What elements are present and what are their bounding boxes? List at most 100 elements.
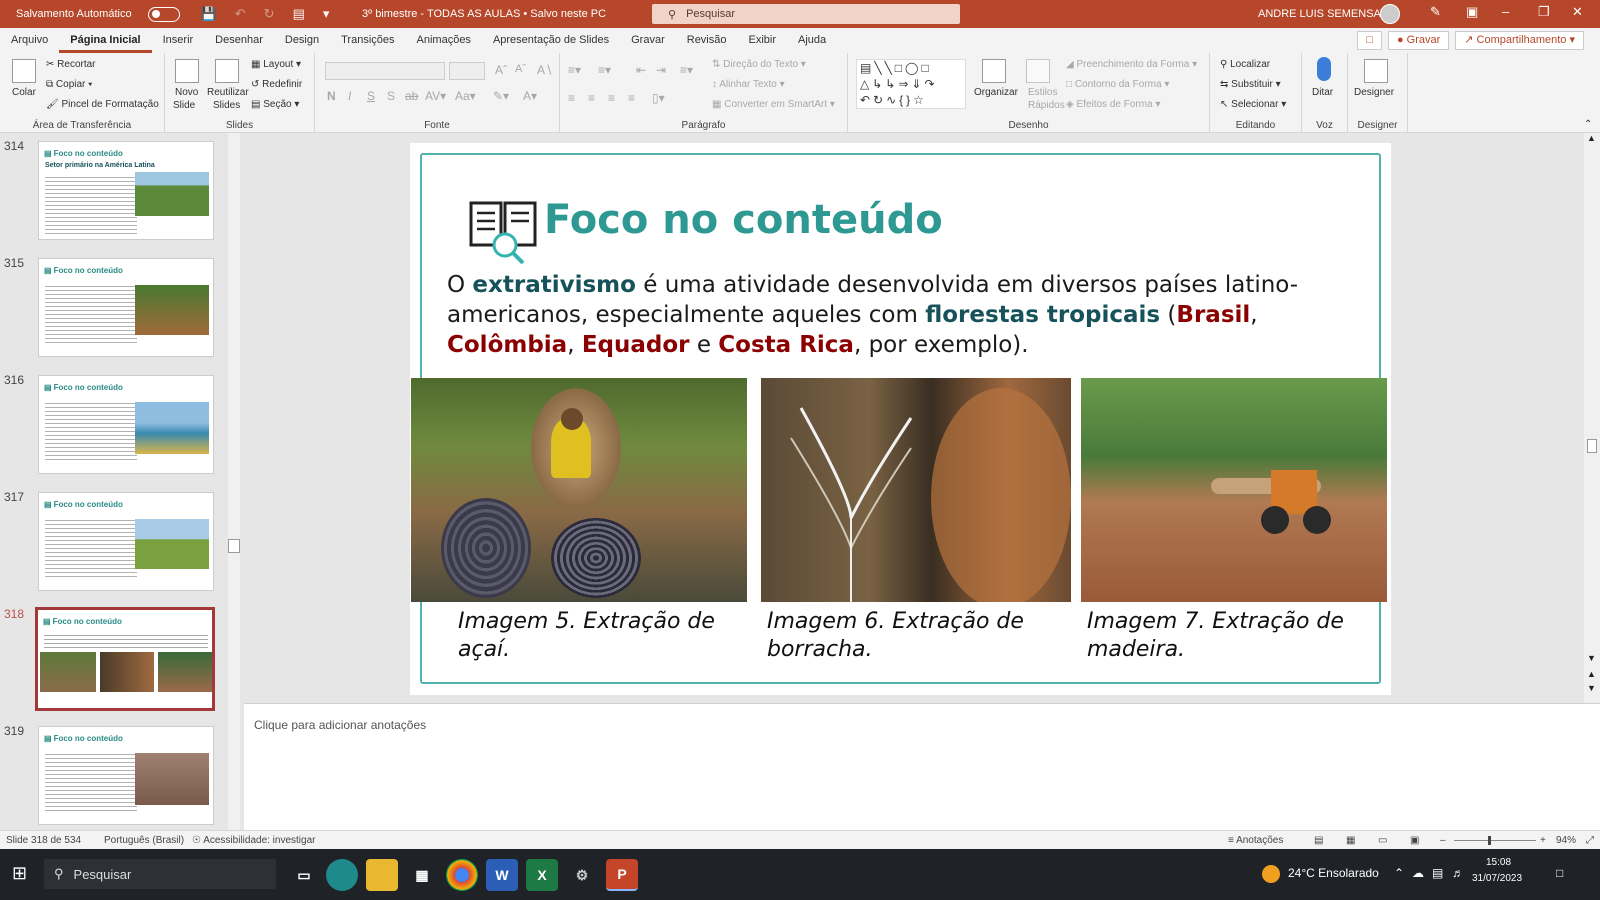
tab-gravar[interactable]: Gravar — [620, 28, 676, 53]
section-button[interactable]: ▤ Seção ▾ — [251, 99, 299, 110]
slide-thumbnail-316[interactable]: ▤ Foco no conteúdo — [38, 375, 214, 474]
highlight-icon[interactable]: ✎▾ — [493, 89, 509, 103]
microphone-icon[interactable] — [1317, 57, 1331, 81]
designer-button[interactable]: Designer — [1354, 87, 1394, 98]
dictate-button[interactable]: Ditar — [1312, 87, 1333, 98]
taskbar-search[interactable]: ⚲ Pesquisar — [44, 859, 276, 889]
photo-acai-extraction[interactable] — [411, 378, 747, 602]
scroll-down-icon[interactable]: ▼ — [1587, 653, 1596, 663]
previous-slide-icon[interactable]: ▲ — [1587, 669, 1596, 679]
bold-button[interactable]: N — [327, 89, 336, 103]
italic-button[interactable]: I — [348, 89, 351, 103]
thumbnail-scrollbar[interactable] — [228, 133, 240, 830]
align-left-icon[interactable]: ≡ — [568, 91, 575, 105]
notes-placeholder[interactable]: Clique para adicionar anotações — [254, 718, 426, 732]
onedrive-icon[interactable]: ☁ — [1412, 866, 1424, 880]
new-slide-button[interactable]: Novo — [175, 87, 198, 98]
next-slide-icon[interactable]: ▼ — [1587, 683, 1596, 693]
present-from-start-icon[interactable]: ▤ — [293, 6, 305, 22]
volume-icon[interactable]: ♬ — [1452, 866, 1464, 880]
collapse-ribbon-icon[interactable]: ⌃ — [1584, 119, 1592, 130]
task-view-icon[interactable]: ▭ — [288, 859, 320, 891]
smartart-button[interactable]: ▦ Converter em SmartArt ▾ — [712, 99, 835, 110]
char-spacing-icon[interactable]: AV▾ — [425, 89, 446, 103]
ribbon-display-icon[interactable]: ▣ — [1466, 4, 1478, 20]
reading-view-icon[interactable]: ▭ — [1378, 835, 1387, 846]
align-text-button[interactable]: ↕ Alinhar Texto ▾ — [712, 79, 785, 90]
quick-styles-icon[interactable] — [1026, 59, 1050, 83]
customize-quick-access-icon[interactable]: ▾ — [323, 6, 330, 22]
redo-icon[interactable]: ↻ — [264, 6, 275, 22]
copy-button[interactable]: ⧉ Copiar ▾ — [46, 79, 92, 90]
normal-view-icon[interactable]: ▤ — [1314, 835, 1323, 846]
tab-design[interactable]: Design — [274, 28, 330, 53]
notifications-icon[interactable]: □ — [1556, 866, 1563, 880]
slide-sorter-icon[interactable]: ▦ — [1346, 835, 1355, 846]
avatar[interactable] — [1380, 4, 1400, 24]
align-center-icon[interactable]: ≡ — [588, 91, 595, 105]
tab-pagina-inicial[interactable]: Página Inicial — [59, 28, 152, 53]
increase-indent-icon[interactable]: ⇥ — [656, 63, 666, 77]
photo-timber-extraction[interactable] — [1081, 378, 1387, 602]
editor-scrollbar[interactable]: ▲ ▼ ▲ ▼ — [1584, 133, 1600, 703]
file-explorer-icon[interactable] — [366, 859, 398, 891]
columns-icon[interactable]: ▯▾ — [652, 91, 665, 105]
comments-button[interactable]: □ — [1357, 31, 1382, 50]
settings-gear-icon[interactable]: ⚙ — [566, 859, 598, 891]
fit-slide-icon[interactable]: ⤢ — [1586, 835, 1594, 846]
tab-exibir[interactable]: Exibir — [738, 28, 788, 53]
record-button[interactable]: ● Gravar — [1387, 31, 1450, 50]
reuse-slides-button[interactable]: Reutilizar — [207, 87, 249, 98]
new-slide-icon[interactable] — [175, 59, 199, 83]
weather-icon[interactable] — [1262, 865, 1280, 883]
clock-time[interactable]: 15:08 — [1486, 857, 1511, 868]
slide-canvas[interactable]: Foco no conteúdo O extrativismo é uma at… — [410, 143, 1391, 695]
notes-toggle-button[interactable]: ≡ Anotações — [1228, 835, 1283, 846]
tab-revisao[interactable]: Revisão — [676, 28, 738, 53]
increase-font-icon[interactable]: Aˆ — [495, 63, 507, 77]
pen-icon[interactable]: ✎ — [1430, 4, 1441, 20]
underline-button[interactable]: S — [367, 89, 375, 103]
photo-rubber-extraction[interactable] — [761, 378, 1071, 602]
select-button[interactable]: ↖ Selecionar ▾ — [1220, 99, 1286, 110]
strikethrough-icon[interactable]: ab — [405, 89, 418, 103]
tray-chevron-icon[interactable]: ⌃ — [1394, 866, 1404, 880]
notes-pane[interactable]: Clique para adicionar anotações — [244, 703, 1600, 849]
slide-thumbnail-317[interactable]: ▤ Foco no conteúdo — [38, 492, 214, 591]
zoom-out-icon[interactable]: – — [1440, 835, 1446, 846]
slide-thumbnail-314[interactable]: ▤ Foco no conteúdo Setor primário na Amér… — [38, 141, 214, 240]
close-icon[interactable]: ✕ — [1572, 4, 1583, 20]
start-icon[interactable]: ⊞ — [12, 863, 27, 884]
word-icon[interactable]: W — [486, 859, 518, 891]
network-icon[interactable]: ▤ — [1432, 866, 1443, 880]
shapes-gallery[interactable]: ▤╲╲□◯□ △↳↳⇒⇓↷ ↶↻∿{}☆ — [856, 59, 966, 109]
caption-image-7[interactable]: Imagem 7. Extração de madeira. — [1087, 608, 1387, 664]
numbering-icon[interactable]: ≡▾ — [598, 63, 611, 77]
arrange-button[interactable]: Organizar — [974, 87, 1018, 98]
caption-image-5[interactable]: Imagem 5. Extração de açaí. — [458, 608, 748, 664]
zoom-slider-thumb[interactable] — [1488, 836, 1491, 845]
tab-ajuda[interactable]: Ajuda — [787, 28, 837, 53]
justify-icon[interactable]: ≡ — [628, 91, 635, 105]
quick-styles-button[interactable]: Estilos — [1028, 87, 1057, 98]
arrange-icon[interactable] — [982, 59, 1006, 83]
language-indicator[interactable]: Português (Brasil) — [104, 835, 184, 846]
minimize-icon[interactable]: – — [1502, 4, 1509, 19]
search-box[interactable]: ⚲ Pesquisar — [652, 4, 960, 24]
editor-scroll-thumb[interactable] — [1587, 439, 1597, 453]
font-name-select[interactable] — [325, 62, 445, 80]
autosave-toggle[interactable] — [147, 6, 180, 22]
bullets-icon[interactable]: ≡▾ — [568, 63, 581, 77]
replace-button[interactable]: ⇆ Substituir ▾ — [1220, 79, 1281, 90]
document-title[interactable]: 3º bimestre - TODAS AS AULAS • Salvo nes… — [362, 8, 606, 20]
tab-transicoes[interactable]: Transições — [330, 28, 405, 53]
caption-image-6[interactable]: Imagem 6. Extração de borracha. — [767, 608, 1067, 664]
cut-button[interactable]: ✂ Recortar — [46, 59, 96, 70]
text-direction-button[interactable]: ⇅ Direção do Texto ▾ — [712, 59, 806, 70]
line-spacing-icon[interactable]: ≡▾ — [680, 63, 693, 77]
paste-button[interactable]: Colar — [12, 87, 36, 98]
chrome-icon[interactable] — [446, 859, 478, 891]
change-case-icon[interactable]: Aa▾ — [455, 89, 476, 103]
clock-date[interactable]: 31/07/2023 — [1472, 873, 1522, 884]
slide-thumbnail-318[interactable]: ▤ Foco no conteúdo — [35, 607, 215, 711]
